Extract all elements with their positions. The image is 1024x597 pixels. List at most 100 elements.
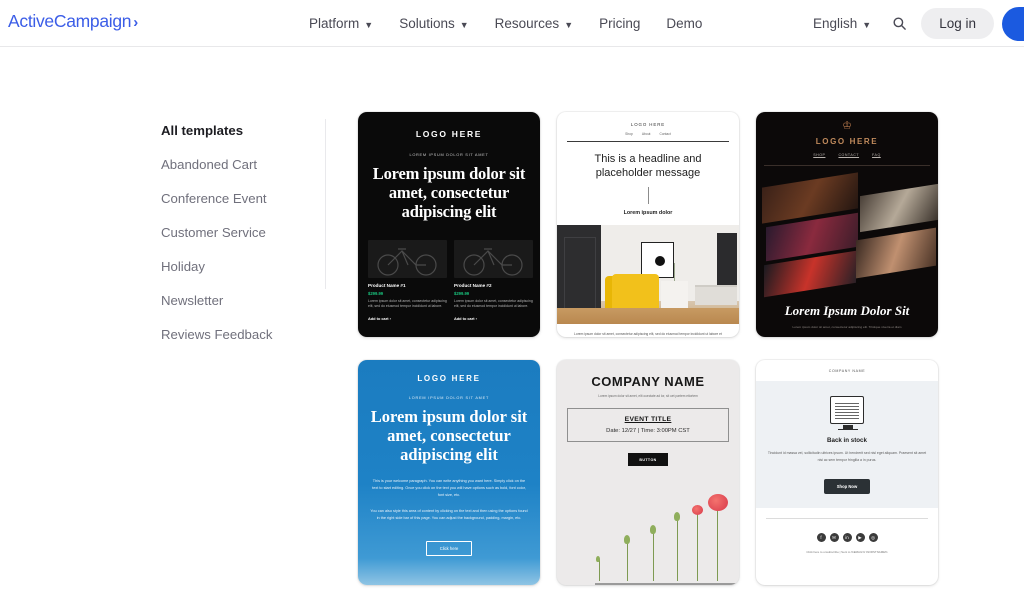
side-table-shape xyxy=(661,281,688,312)
sidebar-item-abandoned-cart[interactable]: Abandoned Cart xyxy=(161,153,313,177)
card5-subtitle: Lorem ipsum dolor sit amet, elit ouectat… xyxy=(598,394,698,398)
card3-nav: SHOP CONTACT FAQ xyxy=(756,153,938,157)
flower-bud xyxy=(596,556,600,562)
sidebar-item-newsletter[interactable]: Newsletter xyxy=(161,289,313,313)
template-card-product-black[interactable]: LOGO HERE LOREM IPSUM DOLOR SIT AMET Lor… xyxy=(358,112,540,337)
site-header: ActiveCampaign › Platform ▼ Solutions ▼ R… xyxy=(0,0,1024,47)
nav-item-platform[interactable]: Platform ▼ xyxy=(296,0,386,47)
card1-product-1-price: $299.99 xyxy=(368,290,384,296)
card1-product-2: Product Name #2 $299.99 Lorem ipsum dolo… xyxy=(454,240,533,321)
nav-item-solutions[interactable]: Solutions ▼ xyxy=(386,0,481,47)
card1-kicker: LOREM IPSUM DOLOR SIT AMET xyxy=(409,152,489,157)
nav-label: Pricing xyxy=(599,16,641,31)
template-card-blue-welcome[interactable]: LOGO HERE LOREM IPSUM DOLOR SIT AMET Lor… xyxy=(358,360,540,585)
template-card-event-flowers[interactable]: COMPANY NAME Lorem ipsum dolor sit amet,… xyxy=(557,360,739,585)
template-card-back-in-stock[interactable]: COMPANY NAME Back in stock Tincidunt id … xyxy=(756,360,938,585)
card2-vertical-rule xyxy=(647,187,649,205)
flower-stem xyxy=(599,559,601,581)
youtube-icon: ▶ xyxy=(855,533,865,543)
card4-headline: Lorem ipsum dolor sit amet, consectetur … xyxy=(370,407,528,465)
card1-product-2-name: Product Name #2 xyxy=(454,283,492,289)
nav-label: Resources xyxy=(494,16,560,31)
card1-product-2-desc: Lorem ipsum dolor sit amet, consectetur … xyxy=(454,298,533,309)
radiator-shape xyxy=(695,285,737,306)
collage-image xyxy=(756,172,938,307)
card1-product-2-cta: Add to cart › xyxy=(454,315,477,321)
card1-product-1: Product Name #1 $299.99 Lorem ipsum dolo… xyxy=(368,240,447,321)
card5-event-title: EVENT TITLE xyxy=(624,416,672,423)
flower-bud xyxy=(674,512,680,521)
card4-logo: LOGO HERE xyxy=(417,374,481,383)
login-button[interactable]: Log in xyxy=(921,8,994,39)
header-right-controls: English ▼ Log in xyxy=(813,0,1024,47)
chevron-down-icon: ▼ xyxy=(564,19,574,30)
card6-divider xyxy=(766,518,928,520)
template-grid-row: LOGO HERE LOREM IPSUM DOLOR SIT AMET Lor… xyxy=(358,360,958,585)
flower-stem xyxy=(677,518,679,581)
card3-nav-contact: CONTACT xyxy=(838,153,860,157)
template-card-luxury-collage[interactable]: ♔ LOGO HERE SHOP CONTACT FAQ Lorem Ipsum… xyxy=(756,112,938,337)
nav-item-demo[interactable]: Demo xyxy=(653,0,715,47)
flower-bud xyxy=(624,535,630,544)
ground-line xyxy=(595,583,739,585)
card1-product-1-desc: Lorem ipsum dolor sit amet, consectetur … xyxy=(368,298,447,309)
template-category-sidebar: All templates Abandoned Cart Conference … xyxy=(161,119,326,342)
activecampaign-logo[interactable]: ActiveCampaign › xyxy=(8,11,138,32)
nav-label: Solutions xyxy=(399,16,455,31)
card5-event-meta: Date: 12/27 | Time: 3:00PM CST xyxy=(606,428,690,434)
card1-logo: LOGO HERE xyxy=(415,129,483,139)
flower-bloom xyxy=(692,505,703,515)
card6-heading: Back in stock xyxy=(827,437,867,444)
card2-header: LOGO HERE Shop About Contact This is a h… xyxy=(557,112,739,216)
nav-item-resources[interactable]: Resources ▼ xyxy=(482,0,586,47)
nav-item-pricing[interactable]: Pricing xyxy=(586,0,653,47)
nav-label: Platform xyxy=(309,16,360,31)
plant-shape xyxy=(667,261,682,282)
card2-subhead: Lorem ipsum dolor xyxy=(623,210,673,217)
language-selector[interactable]: English ▼ xyxy=(813,16,871,31)
sidebar-item-holiday[interactable]: Holiday xyxy=(161,255,313,279)
card6-social-row: f ✉ in ▶ ◎ xyxy=(756,533,938,543)
card6-footer: Click here to unsubscribe | Sent to %EMA… xyxy=(806,550,888,555)
card1-headline: Lorem ipsum dolor sit amet, consectetur … xyxy=(372,164,526,222)
monitor-cart-icon xyxy=(830,396,864,431)
nav-label: Demo xyxy=(666,16,703,31)
card2-divider xyxy=(567,141,729,142)
flower-stem xyxy=(717,503,719,581)
crown-icon: ♔ xyxy=(842,120,852,132)
search-icon[interactable] xyxy=(887,12,911,36)
card5-company-name: COMPANY NAME xyxy=(591,374,705,389)
card2-nav-about: About xyxy=(641,132,651,136)
signup-cta-button[interactable] xyxy=(1002,6,1024,41)
card1-products: Product Name #1 $299.99 Lorem ipsum dolo… xyxy=(368,240,533,321)
twitter-icon: ✉ xyxy=(829,533,839,543)
flower-stem xyxy=(697,509,699,581)
page-content: All templates Abandoned Cart Conference … xyxy=(0,47,1024,597)
card4-kicker: LOREM IPSUM DOLOR SIT AMET xyxy=(408,396,490,400)
collage-slice xyxy=(860,183,938,233)
flower-stem xyxy=(627,541,629,581)
bicycle-image xyxy=(368,240,447,279)
logo-text: ActiveCampaign xyxy=(8,11,132,31)
card6-body: Tincidunt id massa vel, sollicitudin ult… xyxy=(767,451,927,462)
collage-slice xyxy=(856,227,936,279)
main-navigation: Platform ▼ Solutions ▼ Resources ▼ Prici… xyxy=(296,0,715,47)
chevron-down-icon: ▼ xyxy=(459,19,469,30)
template-grid-row: LOGO HERE LOREM IPSUM DOLOR SIT AMET Lor… xyxy=(358,112,958,337)
flower-bloom xyxy=(708,494,728,511)
sidebar-item-customer-service[interactable]: Customer Service xyxy=(161,221,313,245)
card2-logo: LOGO HERE xyxy=(630,122,666,127)
card1-product-1-cta: Add to cart › xyxy=(368,315,391,321)
card2-nav: Shop About Contact xyxy=(567,132,729,136)
flower-bud xyxy=(650,525,656,534)
language-label: English xyxy=(813,16,858,31)
card6-shop-now-button: Shop Now xyxy=(824,479,870,495)
sidebar-item-all-templates[interactable]: All templates xyxy=(161,119,313,143)
template-card-headline-armchair[interactable]: LOGO HERE Shop About Contact This is a h… xyxy=(557,112,739,337)
card4-click-here-button: Click here xyxy=(426,541,472,557)
sidebar-item-reviews-feedback[interactable]: Reviews Feedback xyxy=(161,323,313,347)
card4-paragraph-2: You can also style this area of content … xyxy=(370,509,528,521)
sidebar-item-conference-event[interactable]: Conference Event xyxy=(161,187,313,211)
card4-paragraph-1: This is your welcome paragraph. You can … xyxy=(372,479,526,498)
template-grid: LOGO HERE LOREM IPSUM DOLOR SIT AMET Lor… xyxy=(358,112,958,597)
